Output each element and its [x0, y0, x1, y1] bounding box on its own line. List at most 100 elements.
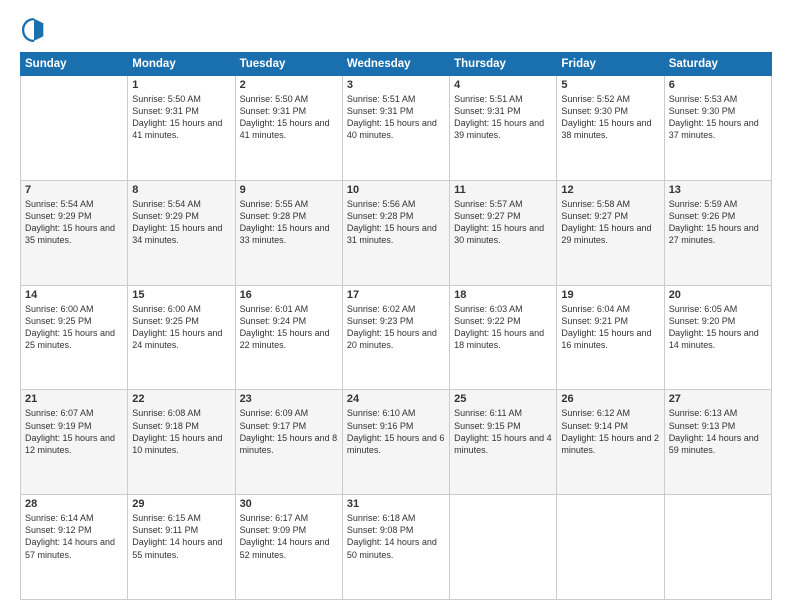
day-number: 14 — [25, 289, 123, 301]
cell-info: Sunrise: 6:07 AMSunset: 9:19 PMDaylight:… — [25, 407, 123, 456]
cell-info: Sunrise: 5:54 AMSunset: 9:29 PMDaylight:… — [25, 198, 123, 247]
day-number: 11 — [454, 184, 552, 196]
calendar-cell: 5 Sunrise: 5:52 AMSunset: 9:30 PMDaylight… — [557, 76, 664, 181]
cell-info: Sunrise: 5:54 AMSunset: 9:29 PMDaylight:… — [132, 198, 230, 247]
day-number: 10 — [347, 184, 445, 196]
calendar-day-header: Saturday — [664, 53, 771, 76]
cell-info: Sunrise: 5:57 AMSunset: 9:27 PMDaylight:… — [454, 198, 552, 247]
calendar-cell: 29 Sunrise: 6:15 AMSunset: 9:11 PMDayligh… — [128, 495, 235, 600]
calendar-cell: 2 Sunrise: 5:50 AMSunset: 9:31 PMDaylight… — [235, 76, 342, 181]
day-number: 16 — [240, 289, 338, 301]
calendar-cell: 14 Sunrise: 6:00 AMSunset: 9:25 PMDayligh… — [21, 285, 128, 390]
day-number: 6 — [669, 79, 767, 91]
calendar-cell — [557, 495, 664, 600]
day-number: 25 — [454, 393, 552, 405]
day-number: 2 — [240, 79, 338, 91]
cell-info: Sunrise: 5:55 AMSunset: 9:28 PMDaylight:… — [240, 198, 338, 247]
calendar-cell: 21Sunrise: 6:07 AMSunset: 9:19 PMDayligh… — [21, 390, 128, 495]
calendar-cell: 3 Sunrise: 5:51 AMSunset: 9:31 PMDaylight… — [342, 76, 449, 181]
calendar-week-row: 14 Sunrise: 6:00 AMSunset: 9:25 PMDayligh… — [21, 285, 772, 390]
day-number: 13 — [669, 184, 767, 196]
calendar-cell: 25 Sunrise: 6:11 AMSunset: 9:15 PMDayligh… — [450, 390, 557, 495]
calendar-cell: 20 Sunrise: 6:05 AMSunset: 9:20 PMDayligh… — [664, 285, 771, 390]
calendar-week-row: 28Sunrise: 6:14 AMSunset: 9:12 PMDayligh… — [21, 495, 772, 600]
calendar-cell: 12 Sunrise: 5:58 AMSunset: 9:27 PMDayligh… — [557, 180, 664, 285]
calendar-cell: 19 Sunrise: 6:04 AMSunset: 9:21 PMDayligh… — [557, 285, 664, 390]
calendar-cell: 24 Sunrise: 6:10 AMSunset: 9:16 PMDayligh… — [342, 390, 449, 495]
page: SundayMondayTuesdayWednesdayThursdayFrid… — [0, 0, 792, 612]
header — [20, 16, 772, 44]
day-number: 20 — [669, 289, 767, 301]
calendar-header-row: SundayMondayTuesdayWednesdayThursdayFrid… — [21, 53, 772, 76]
cell-info: Sunrise: 6:14 AMSunset: 9:12 PMDaylight:… — [25, 512, 123, 561]
cell-info: Sunrise: 5:51 AMSunset: 9:31 PMDaylight:… — [347, 93, 445, 142]
cell-info: Sunrise: 6:09 AMSunset: 9:17 PMDaylight:… — [240, 407, 338, 456]
day-number: 15 — [132, 289, 230, 301]
cell-info: Sunrise: 6:12 AMSunset: 9:14 PMDaylight:… — [561, 407, 659, 456]
calendar-day-header: Friday — [557, 53, 664, 76]
calendar-cell: 4Sunrise: 5:51 AMSunset: 9:31 PMDaylight… — [450, 76, 557, 181]
day-number: 7 — [25, 184, 123, 196]
day-number: 3 — [347, 79, 445, 91]
day-number: 4 — [454, 79, 552, 91]
calendar-cell: 10 Sunrise: 5:56 AMSunset: 9:28 PMDayligh… — [342, 180, 449, 285]
calendar-cell — [450, 495, 557, 600]
calendar-cell: 13Sunrise: 5:59 AMSunset: 9:26 PMDayligh… — [664, 180, 771, 285]
logo — [20, 16, 52, 44]
calendar-cell: 1Sunrise: 5:50 AMSunset: 9:31 PMDaylight… — [128, 76, 235, 181]
calendar-cell: 7 Sunrise: 5:54 AMSunset: 9:29 PMDaylight… — [21, 180, 128, 285]
calendar-day-header: Sunday — [21, 53, 128, 76]
day-number: 31 — [347, 498, 445, 510]
cell-info: Sunrise: 5:58 AMSunset: 9:27 PMDaylight:… — [561, 198, 659, 247]
cell-info: Sunrise: 5:56 AMSunset: 9:28 PMDaylight:… — [347, 198, 445, 247]
cell-info: Sunrise: 6:00 AMSunset: 9:25 PMDaylight:… — [132, 303, 230, 352]
day-number: 17 — [347, 289, 445, 301]
cell-info: Sunrise: 5:52 AMSunset: 9:30 PMDaylight:… — [561, 93, 659, 142]
day-number: 27 — [669, 393, 767, 405]
cell-info: Sunrise: 6:10 AMSunset: 9:16 PMDaylight:… — [347, 407, 445, 456]
calendar-cell: 31Sunrise: 6:18 AMSunset: 9:08 PMDayligh… — [342, 495, 449, 600]
calendar-cell: 16 Sunrise: 6:01 AMSunset: 9:24 PMDayligh… — [235, 285, 342, 390]
day-number: 18 — [454, 289, 552, 301]
day-number: 5 — [561, 79, 659, 91]
cell-info: Sunrise: 6:04 AMSunset: 9:21 PMDaylight:… — [561, 303, 659, 352]
calendar-table: SundayMondayTuesdayWednesdayThursdayFrid… — [20, 52, 772, 600]
day-number: 29 — [132, 498, 230, 510]
day-number: 19 — [561, 289, 659, 301]
calendar-cell: 18 Sunrise: 6:03 AMSunset: 9:22 PMDayligh… — [450, 285, 557, 390]
logo-icon — [20, 16, 48, 44]
cell-info: Sunrise: 6:05 AMSunset: 9:20 PMDaylight:… — [669, 303, 767, 352]
day-number: 22 — [132, 393, 230, 405]
calendar-cell: 22 Sunrise: 6:08 AMSunset: 9:18 PMDayligh… — [128, 390, 235, 495]
calendar-week-row: 7 Sunrise: 5:54 AMSunset: 9:29 PMDaylight… — [21, 180, 772, 285]
calendar-cell: 8 Sunrise: 5:54 AMSunset: 9:29 PMDaylight… — [128, 180, 235, 285]
calendar-cell: 11 Sunrise: 5:57 AMSunset: 9:27 PMDayligh… — [450, 180, 557, 285]
calendar-cell: 17Sunrise: 6:02 AMSunset: 9:23 PMDayligh… — [342, 285, 449, 390]
calendar-cell — [664, 495, 771, 600]
cell-info: Sunrise: 6:01 AMSunset: 9:24 PMDaylight:… — [240, 303, 338, 352]
day-number: 12 — [561, 184, 659, 196]
cell-info: Sunrise: 6:08 AMSunset: 9:18 PMDaylight:… — [132, 407, 230, 456]
calendar-week-row: 1Sunrise: 5:50 AMSunset: 9:31 PMDaylight… — [21, 76, 772, 181]
calendar-cell — [21, 76, 128, 181]
calendar-cell: 23 Sunrise: 6:09 AMSunset: 9:17 PMDayligh… — [235, 390, 342, 495]
calendar-cell: 9 Sunrise: 5:55 AMSunset: 9:28 PMDaylight… — [235, 180, 342, 285]
day-number: 24 — [347, 393, 445, 405]
calendar-cell: 26Sunrise: 6:12 AMSunset: 9:14 PMDayligh… — [557, 390, 664, 495]
day-number: 8 — [132, 184, 230, 196]
calendar-cell: 6Sunrise: 5:53 AMSunset: 9:30 PMDaylight… — [664, 76, 771, 181]
calendar-day-header: Tuesday — [235, 53, 342, 76]
cell-info: Sunrise: 6:11 AMSunset: 9:15 PMDaylight:… — [454, 407, 552, 456]
calendar-cell: 27 Sunrise: 6:13 AMSunset: 9:13 PMDayligh… — [664, 390, 771, 495]
calendar-cell: 30Sunrise: 6:17 AMSunset: 9:09 PMDayligh… — [235, 495, 342, 600]
day-number: 9 — [240, 184, 338, 196]
calendar-day-header: Monday — [128, 53, 235, 76]
cell-info: Sunrise: 5:50 AMSunset: 9:31 PMDaylight:… — [132, 93, 230, 142]
cell-info: Sunrise: 6:00 AMSunset: 9:25 PMDaylight:… — [25, 303, 123, 352]
cell-info: Sunrise: 6:13 AMSunset: 9:13 PMDaylight:… — [669, 407, 767, 456]
cell-info: Sunrise: 6:03 AMSunset: 9:22 PMDaylight:… — [454, 303, 552, 352]
day-number: 23 — [240, 393, 338, 405]
cell-info: Sunrise: 6:15 AMSunset: 9:11 PMDaylight:… — [132, 512, 230, 561]
cell-info: Sunrise: 5:50 AMSunset: 9:31 PMDaylight:… — [240, 93, 338, 142]
calendar-cell: 28Sunrise: 6:14 AMSunset: 9:12 PMDayligh… — [21, 495, 128, 600]
